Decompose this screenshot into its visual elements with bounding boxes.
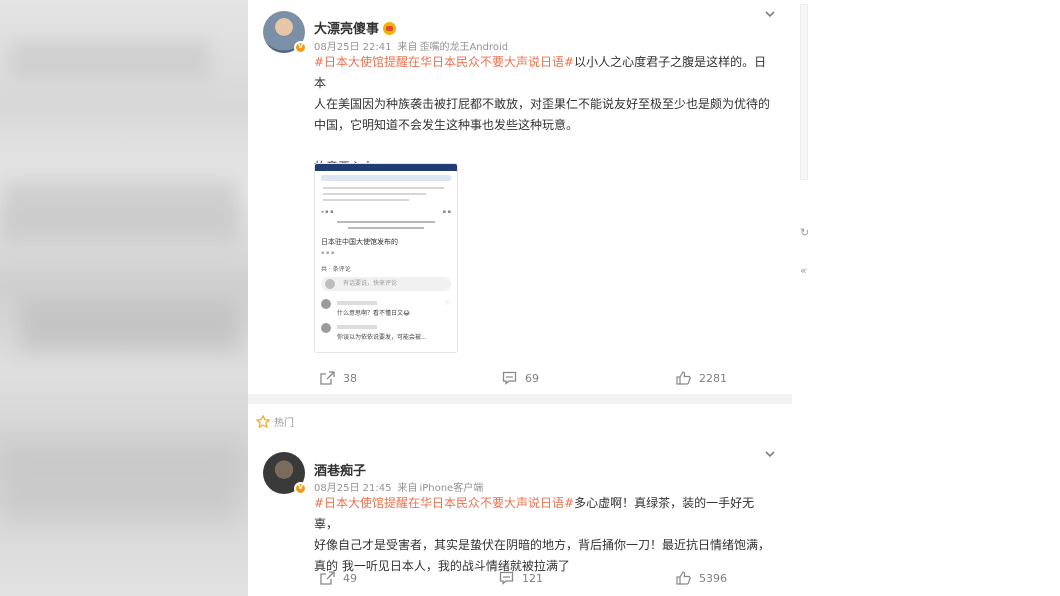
refresh-icon[interactable]: ↻ [800,226,809,239]
attached-screenshot[interactable]: ◂ ▪ ▪ ▪ ▪ 日本驻中国大使馆发布的 ▪ ▪ ▪ 共 · 条评论 有话要说，… [314,163,458,353]
post-actions: 49 121 5396 [248,568,792,588]
double-chevron-left-icon[interactable]: « [800,264,807,277]
screenshot-toolbar: ◂ ▪ ▪ ▪ ▪ [321,209,451,215]
screenshot-reply: 你误以为依依说要发，可能会被... [321,323,451,341]
comment-button[interactable]: 69 [502,368,539,388]
screenshot-text-block [323,187,449,201]
post-content: #日本大使馆提醒在华日本民众不要大声说日语#多心虚啊！真绿茶，装的一手好无辜， … [314,493,778,577]
like-count: 2281 [699,371,727,385]
heart-icon: ♡ [444,299,451,307]
user-name[interactable]: 酒巷痴子 [314,460,366,479]
verified-icon [294,41,307,54]
feed-post: 大漂亮傻事 08月25日 22:41来自歪嘴的龙王Android #日本大使馆提… [248,0,792,394]
comment-button[interactable]: 121 [499,568,543,588]
content-line: 中国，它明知道不会发生这种事也发些这种玩意。 [314,118,579,132]
post-content: #日本大使馆提醒在华日本民众不要大声说日语#以小人之心度君子之腹是这样的。日本 … [314,52,778,178]
like-button[interactable]: 2281 [676,368,727,388]
screenshot-center-text [337,221,435,229]
repost-button[interactable]: 49 [320,568,357,588]
right-blank-area [792,0,1060,596]
comment-count: 69 [525,371,539,385]
screenshot-topbar [315,164,457,171]
topic-link[interactable]: #日本大使馆提醒在华日本民众不要大声说日语# [314,496,574,510]
user-name[interactable]: 大漂亮傻事 [314,18,397,37]
screenshot-caption: 日本驻中国大使馆发布的 [321,238,398,246]
thumbs-up-icon [676,371,691,385]
right-edge-panel [800,4,808,180]
screenshot-comments-title: 共 · 条评论 [321,266,351,273]
reply-text: 什么意思啊？看不懂日文😂 [337,310,411,317]
blurred-background [0,0,248,596]
repost-count: 49 [343,571,357,585]
repost-icon [320,371,335,385]
star-outline-icon [256,415,270,428]
more-options-icon[interactable] [764,8,776,20]
reply-text: 你误以为依依说要发，可能会被... [337,334,427,341]
feed-post: 热门 酒巷痴子 08月25日 21:45来自iPhone客户端 #日本大使馆提醒… [248,404,792,596]
feed-divider [248,394,792,404]
screenshot-address-bar [321,175,451,181]
like-button[interactable]: 5396 [676,568,727,588]
verified-icon [294,482,307,495]
repost-count: 38 [343,371,357,385]
like-count: 5396 [699,571,727,585]
screenshot-comment-input: 有话要说，快来评论 [321,277,451,291]
content-line: 人在美国因为种族袭击被打屁都不敢放，对歪果仁不能说友好至极至少也是颇为优待的 [314,97,771,111]
screenshot-reply: 什么意思啊？看不懂日文😂 ♡ [321,299,451,317]
topic-link[interactable]: #日本大使馆提醒在华日本民众不要大声说日语# [314,55,574,69]
post-actions: 38 69 2281 [248,368,792,388]
screenshot-subcaption: ▪ ▪ ▪ [321,250,335,256]
post-info: 08月25日 21:45 来自 iPhone客户端 [314,479,483,494]
vip-emoji-icon [383,22,397,35]
comment-bubble-icon [499,571,514,585]
post-info: 08月25日 22:41 来自 歪嘴的龙王Android [314,38,508,53]
thumbs-up-icon [676,571,691,585]
comment-count: 121 [522,571,543,585]
repost-icon [320,571,335,585]
content-line: 好像自己才是受害者，其实是蛰伏在阴暗的地方，背后捅你一刀！最近抗日情绪饱满， [314,538,771,552]
hot-comment-badge: 热门 [256,414,294,429]
repost-button[interactable]: 38 [320,368,357,388]
more-options-icon[interactable] [764,448,776,460]
comment-bubble-icon [502,371,517,385]
